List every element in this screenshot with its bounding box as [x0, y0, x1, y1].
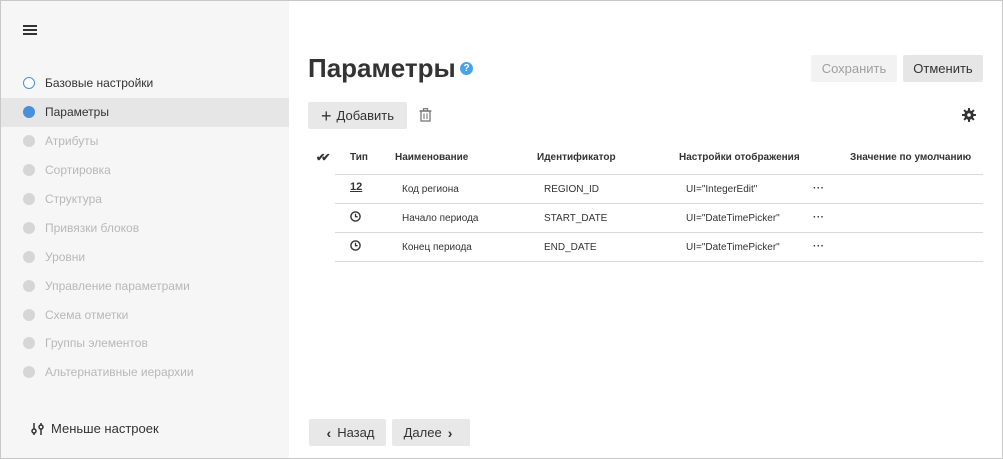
step-status-icon — [23, 193, 35, 205]
number-type-icon: 12 — [350, 181, 363, 193]
table-row[interactable]: Конец периода END_DATE UI="DateTimePicke… — [335, 233, 983, 262]
next-button[interactable]: Далее › — [392, 419, 470, 446]
sidebar-step-label: Группы элементов — [45, 336, 148, 351]
sidebar-step[interactable]: Группы элементов — [1, 329, 289, 358]
add-button[interactable]: + Добавить — [308, 102, 407, 129]
sidebar-step-label: Управление параметрами — [45, 278, 190, 293]
sidebar-step[interactable]: Привязки блоков — [1, 213, 289, 242]
sidebar-step[interactable]: Схема отметки — [1, 300, 289, 329]
table-header: ✔✔ Тип Наименование Идентификатор Настро… — [308, 149, 983, 167]
sidebar-step[interactable]: Структура — [1, 185, 289, 214]
step-status-icon — [23, 221, 35, 234]
hamburger-menu-icon[interactable] — [23, 23, 39, 37]
sidebar-step-label: Структура — [45, 192, 102, 206]
next-button-label: Далее — [403, 425, 442, 440]
step-status-icon — [23, 77, 35, 90]
back-button[interactable]: ‹ Назад — [309, 419, 386, 446]
row-display-settings: UI="IntegerEdit" — [686, 184, 758, 195]
clock-icon — [350, 211, 361, 222]
column-type: Тип — [350, 152, 368, 163]
sidebar-step-label: Параметры — [45, 105, 109, 120]
page-title: Параметры — [308, 53, 456, 83]
table-row[interactable]: Начало периода START_DATE UI="DateTimePi… — [335, 204, 983, 233]
row-identifier: REGION_ID — [544, 184, 600, 195]
column-identifier: Идентификатор — [537, 152, 616, 163]
step-status-icon — [23, 106, 35, 119]
sidebar-step-label: Базовые настройки — [45, 76, 154, 91]
more-options-icon[interactable]: ··· — [813, 212, 825, 223]
help-icon[interactable]: ? — [460, 62, 473, 75]
main-panel: Параметры ? Сохранить Отменить + Добавит… — [289, 1, 1002, 458]
step-status-icon — [23, 366, 35, 379]
row-name: Начало периода — [402, 213, 479, 224]
sidebar: Базовые настройки Параметры Атрибуты Сортир… — [1, 1, 289, 458]
step-status-icon — [23, 308, 35, 321]
step-status-icon — [23, 164, 35, 177]
plus-icon: + — [321, 105, 332, 126]
table-body: 12 Код региона REGION_ID UI="IntegerEdit… — [335, 174, 983, 262]
chevron-right-icon: › — [447, 424, 453, 441]
row-name: Конец периода — [402, 242, 472, 253]
sidebar-step-label: Сортировка — [45, 163, 111, 178]
sidebar-step[interactable]: Сортировка — [1, 156, 289, 185]
less-settings-label: Меньше настроек — [51, 421, 159, 436]
more-options-icon[interactable]: ··· — [813, 241, 825, 252]
less-settings-button[interactable]: Меньше настроек — [31, 421, 159, 436]
chevron-left-icon: ‹ — [326, 424, 332, 441]
sidebar-step-label: Привязки блоков — [45, 220, 140, 235]
sidebar-step-label: Альтернативные иерархии — [45, 365, 194, 380]
row-identifier: START_DATE — [544, 213, 608, 224]
sidebar-step[interactable]: Базовые настройки — [1, 69, 289, 98]
wizard-steps: Базовые настройки Параметры Атрибуты Сортир… — [1, 69, 289, 387]
select-all-checkmark-icon[interactable]: ✔✔ — [316, 151, 331, 164]
sidebar-step[interactable]: Параметры — [1, 97, 289, 127]
sidebar-step[interactable]: Альтернативные иерархии — [1, 358, 289, 387]
gear-icon[interactable] — [962, 108, 976, 122]
clock-icon — [350, 240, 361, 251]
row-display-settings: UI="DateTimePicker" — [686, 242, 780, 253]
step-status-icon — [23, 337, 35, 350]
sliders-icon — [31, 422, 44, 435]
sidebar-step[interactable]: Атрибуты — [1, 127, 289, 156]
row-identifier: END_DATE — [544, 242, 597, 253]
column-display-settings: Настройки отображения — [679, 152, 800, 163]
trash-icon[interactable] — [419, 108, 432, 122]
sidebar-step[interactable]: Уровни — [1, 242, 289, 271]
save-button[interactable]: Сохранить — [811, 55, 897, 82]
sidebar-step-label: Схема отметки — [45, 307, 129, 322]
step-status-icon — [23, 250, 35, 263]
cancel-button[interactable]: Отменить — [903, 55, 983, 82]
column-name: Наименование — [395, 152, 469, 163]
more-options-icon[interactable]: ··· — [813, 183, 825, 194]
row-name: Код региона — [402, 184, 459, 195]
table-row[interactable]: 12 Код региона REGION_ID UI="IntegerEdit… — [335, 175, 983, 204]
column-default-value: Значение по умолчанию — [850, 152, 972, 163]
sidebar-step-label: Уровни — [45, 249, 86, 264]
sidebar-step[interactable]: Управление параметрами — [1, 271, 289, 300]
step-status-icon — [23, 135, 35, 148]
step-status-icon — [23, 279, 35, 292]
back-button-label: Назад — [337, 425, 375, 440]
sidebar-step-label: Атрибуты — [45, 134, 99, 149]
add-button-label: Добавить — [336, 108, 394, 123]
row-display-settings: UI="DateTimePicker" — [686, 213, 780, 224]
